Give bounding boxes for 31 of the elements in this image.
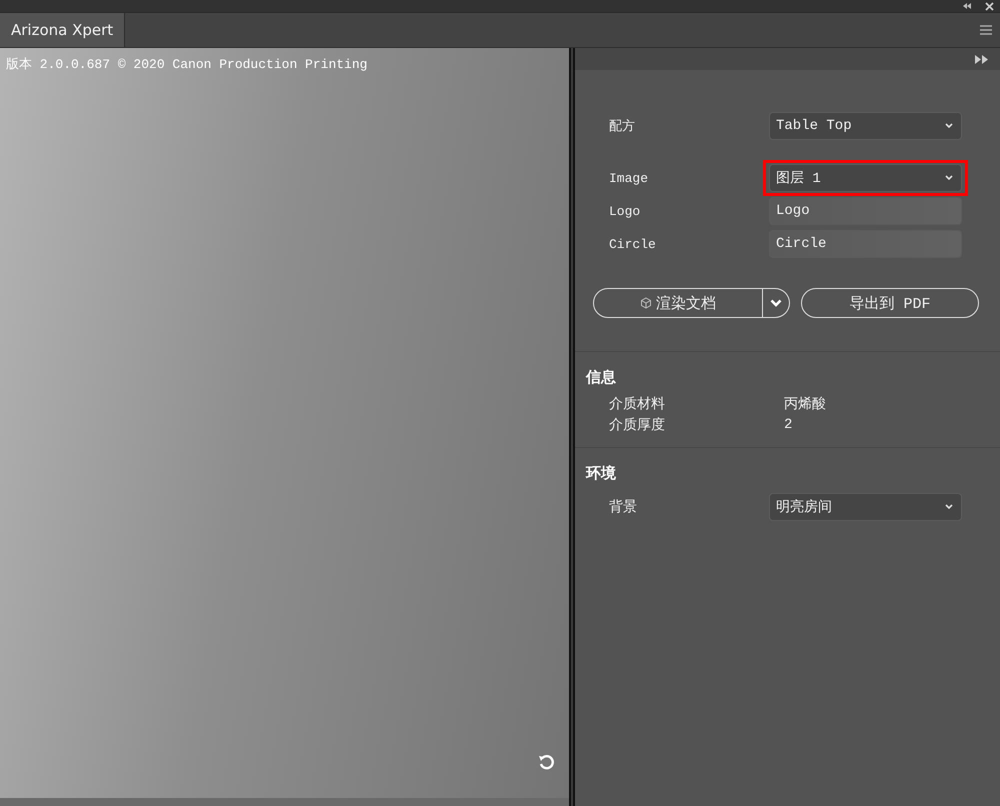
close-icon[interactable] [985, 2, 994, 10]
collapse-icon[interactable] [963, 3, 971, 9]
cube-icon [640, 297, 652, 309]
version-text: 版本 2.0.0.687 © 2020 Canon Production Printing [6, 56, 368, 73]
chevron-icon [770, 299, 782, 307]
setting-label: 背景 [609, 498, 638, 516]
reset-icon[interactable] [538, 754, 555, 771]
input-field[interactable]: Circle [769, 230, 962, 258]
dropdown[interactable]: Table Top [769, 112, 962, 140]
section-title: 信息 [586, 368, 617, 387]
caret-icon [945, 123, 953, 129]
dropdown[interactable]: 明亮房间 [769, 493, 962, 521]
info-label: 介质材料 [609, 396, 666, 412]
section-title: 环境 [586, 464, 617, 483]
caret-icon [945, 504, 953, 510]
panel-tab[interactable]: Arizona Xpert [0, 13, 126, 47]
info-value: 2 [784, 416, 794, 432]
setting-label: Circle [609, 236, 657, 252]
export-pdf-button[interactable]: 导出到 PDF [801, 288, 979, 318]
info-value: 丙烯酸 [784, 396, 827, 412]
expand-icon[interactable] [975, 54, 988, 64]
setting-label: Logo [609, 204, 642, 218]
setting-label: Image [609, 170, 650, 186]
info-label: 介质厚度 [609, 416, 666, 434]
dropdown-button[interactable] [763, 288, 790, 318]
dropdown[interactable]: 图层 1 [769, 164, 962, 192]
menu-icon[interactable] [980, 25, 992, 35]
caret-icon [945, 175, 953, 181]
setting-label: 配方 [609, 118, 636, 135]
render-button[interactable]: 渲染文档 [593, 288, 763, 318]
input-field[interactable]: Logo [769, 197, 962, 225]
